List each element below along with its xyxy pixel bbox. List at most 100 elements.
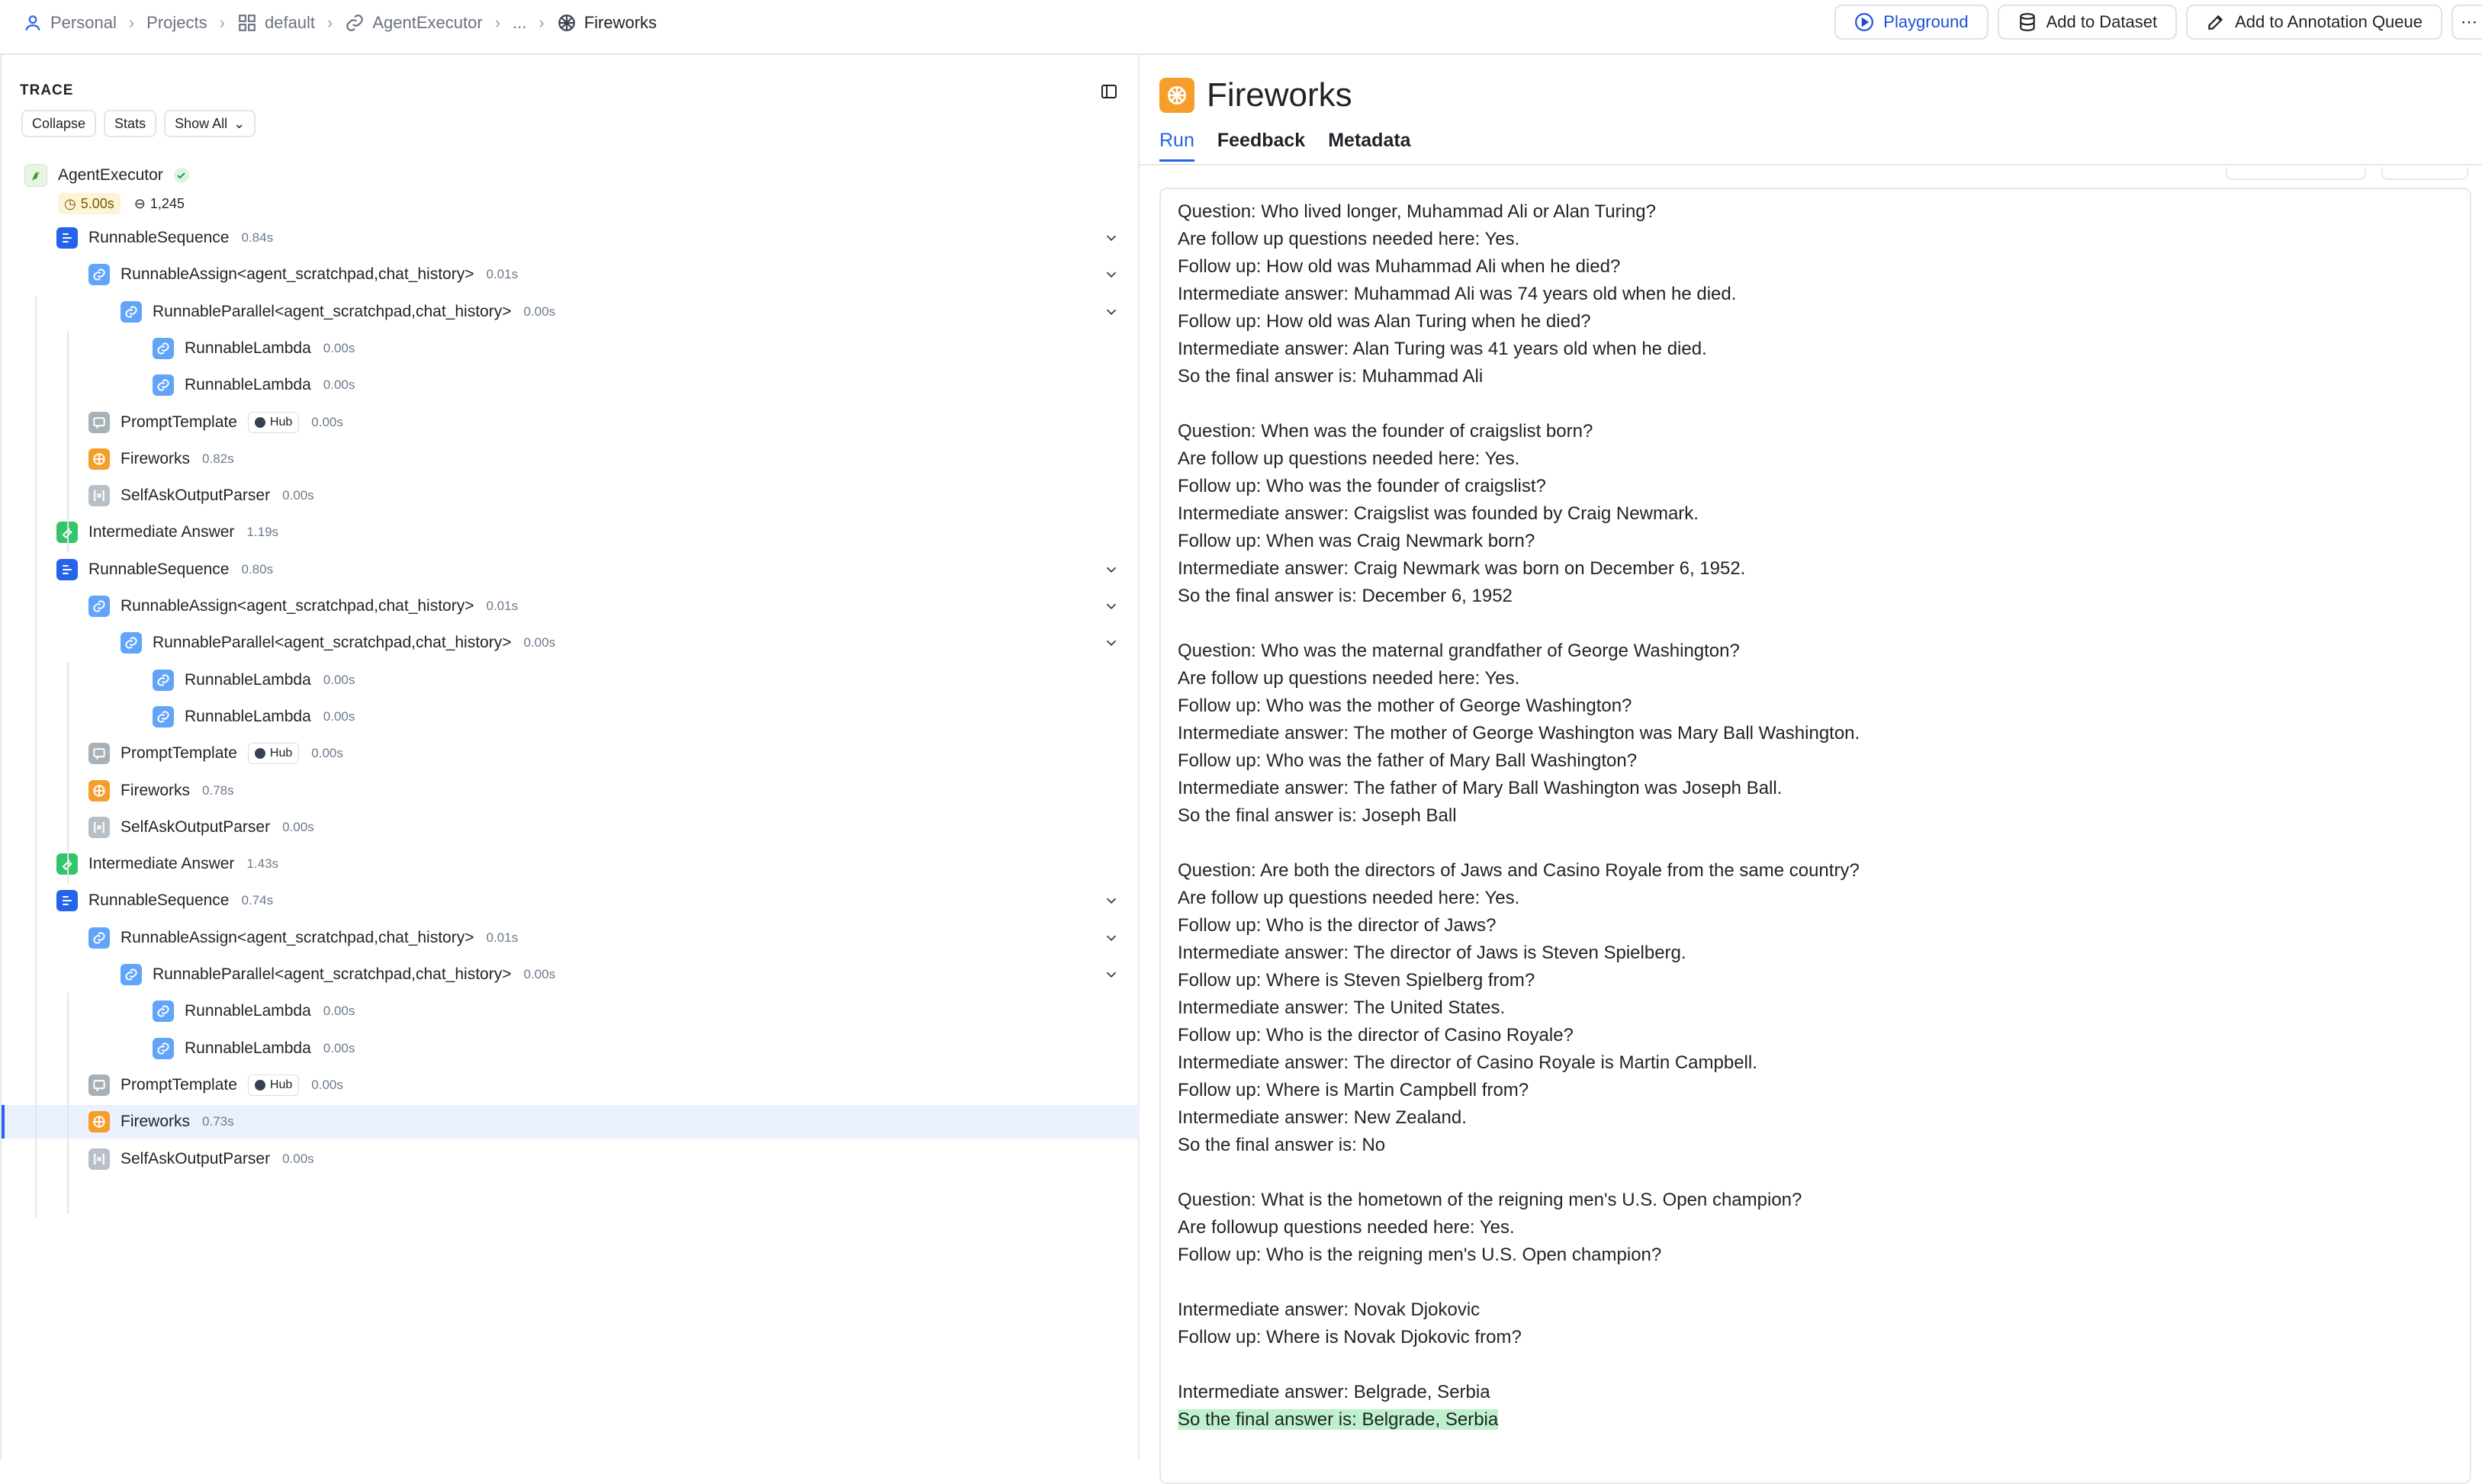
chevron-down-icon[interactable] bbox=[1103, 266, 1120, 283]
chevron-down-icon[interactable] bbox=[1103, 892, 1120, 909]
breadcrumb-fireworks[interactable]: Fireworks bbox=[557, 13, 657, 33]
trace-row-name: PromptTemplate bbox=[121, 1075, 237, 1094]
more-actions-button[interactable]: ⋯ bbox=[2451, 5, 2482, 40]
chevron-down-icon[interactable] bbox=[1103, 304, 1120, 320]
trace-row[interactable]: SelfAskOutputParser 0.00s bbox=[2, 479, 1140, 512]
trace-row[interactable]: RunnableLambda 0.00s bbox=[2, 332, 1140, 365]
output-line: Intermediate answer: Craigslist was foun… bbox=[1178, 503, 1699, 524]
output-line: Question: Who was the maternal grandfath… bbox=[1178, 641, 1740, 661]
trace-row[interactable]: RunnableAssign<agent_scratchpad,chat_his… bbox=[2, 589, 1140, 623]
breadcrumb: Personal › Projects › default › AgentExe… bbox=[23, 0, 657, 46]
breadcrumb-default[interactable]: default bbox=[237, 13, 315, 33]
run-title: Fireworks bbox=[1207, 76, 1352, 114]
chevron-down-icon[interactable] bbox=[1103, 598, 1120, 615]
chevron-right-icon: › bbox=[219, 13, 225, 32]
trace-row-latency: 0.74s bbox=[241, 893, 274, 908]
output-line: Intermediate answer: Belgrade, Serbia bbox=[1178, 1382, 1490, 1402]
output-line: Intermediate answer: Alan Turing was 41 … bbox=[1178, 339, 1707, 359]
chevron-down-icon[interactable] bbox=[1103, 561, 1120, 578]
breadcrumb-personal[interactable]: Personal bbox=[23, 13, 117, 33]
add-to-annotation-queue-button[interactable]: Add to Annotation Queue bbox=[2186, 5, 2442, 40]
run-header: Fireworks bbox=[1159, 76, 1352, 114]
chevron-down-icon[interactable] bbox=[1103, 930, 1120, 946]
trace-row[interactable]: PromptTemplate Hub 0.00s bbox=[2, 1068, 1140, 1102]
breadcrumb-ellipsis[interactable]: ... bbox=[513, 13, 526, 33]
trace-row[interactable]: SelfAskOutputParser 0.00s bbox=[2, 811, 1140, 844]
breadcrumb-agentexecutor[interactable]: AgentExecutor bbox=[345, 13, 483, 33]
chevron-right-icon: › bbox=[494, 13, 501, 32]
breadcrumb-projects[interactable]: Projects bbox=[146, 13, 207, 33]
trace-row[interactable]: RunnableSequence 0.74s bbox=[2, 884, 1140, 917]
trace-root-row[interactable]: AgentExecutor bbox=[2, 160, 1140, 191]
trace-row[interactable]: RunnableParallel<agent_scratchpad,chat_h… bbox=[2, 958, 1140, 991]
show-all-dropdown[interactable]: Show All ⌄ bbox=[164, 110, 256, 137]
fireworks-icon bbox=[558, 14, 575, 31]
output-line: So the final answer is: Joseph Ball bbox=[1178, 805, 1457, 826]
breadcrumb-label: Fireworks bbox=[584, 13, 657, 32]
output-line: Follow up: Where is Novak Djokovic from? bbox=[1178, 1327, 1522, 1347]
breadcrumb-label: Projects bbox=[146, 13, 207, 32]
latency-badge: ◷ 5.00s bbox=[58, 193, 121, 214]
trace-row[interactable]: RunnableLambda 0.00s bbox=[2, 994, 1140, 1028]
trace-row-name: RunnableAssign<agent_scratchpad,chat_his… bbox=[121, 597, 474, 615]
link-icon bbox=[153, 1001, 174, 1023]
playground-button[interactable]: Playground bbox=[1834, 5, 1988, 40]
tab-run[interactable]: Run bbox=[1159, 130, 1194, 162]
output-line: Intermediate answer: The director of Cas… bbox=[1178, 1052, 1757, 1073]
trace-row[interactable]: Fireworks 0.73s bbox=[2, 1105, 1140, 1139]
trace-row[interactable]: RunnableAssign<agent_scratchpad,chat_his… bbox=[2, 921, 1140, 955]
fireworks-icon bbox=[88, 779, 110, 801]
trace-row[interactable]: RunnableLambda 0.00s bbox=[2, 663, 1140, 697]
collapse-panel-icon[interactable] bbox=[1100, 82, 1118, 101]
trace-row[interactable]: Fireworks 0.82s bbox=[2, 442, 1140, 476]
trace-row[interactable]: RunnableSequence 0.80s bbox=[2, 553, 1140, 586]
trace-row[interactable]: Intermediate Answer 1.19s bbox=[2, 516, 1140, 549]
trace-row-latency: 0.78s bbox=[202, 782, 234, 798]
trace-row-name: RunnableLambda bbox=[185, 1002, 311, 1020]
trace-row-latency: 0.84s bbox=[241, 230, 274, 245]
output-line: So the final answer is: No bbox=[1178, 1135, 1386, 1155]
trace-row[interactable]: Intermediate Answer 1.43s bbox=[2, 847, 1140, 881]
fireworks-icon bbox=[88, 1111, 110, 1133]
link-icon bbox=[121, 632, 142, 654]
tab-metadata[interactable]: Metadata bbox=[1328, 130, 1410, 162]
output-line: Intermediate answer: Muhammad Ali was 74… bbox=[1178, 284, 1737, 304]
chevron-down-icon[interactable] bbox=[1103, 966, 1120, 983]
output-line: Intermediate answer: The United States. bbox=[1178, 997, 1506, 1018]
trace-row-name: SelfAskOutputParser bbox=[121, 1149, 271, 1168]
hub-label: Hub bbox=[269, 1078, 293, 1091]
output-line: So the final answer is: December 6, 1952 bbox=[1178, 586, 1513, 606]
stats-button[interactable]: Stats bbox=[104, 110, 157, 137]
hub-icon bbox=[254, 1079, 265, 1091]
link-icon bbox=[88, 264, 110, 286]
collapse-button[interactable]: Collapse bbox=[21, 110, 97, 137]
trace-row[interactable]: RunnableLambda 0.00s bbox=[2, 700, 1140, 734]
trace-row[interactable]: PromptTemplate Hub 0.00s bbox=[2, 737, 1140, 770]
trace-row[interactable]: RunnableAssign<agent_scratchpad,chat_his… bbox=[2, 258, 1140, 291]
chevron-down-icon[interactable] bbox=[1103, 634, 1120, 651]
breadcrumb-label: default bbox=[264, 13, 316, 32]
parser-icon bbox=[88, 816, 110, 838]
sequence-icon bbox=[56, 558, 78, 580]
trace-row-latency: 0.00s bbox=[323, 340, 355, 355]
trace-row[interactable]: Fireworks 0.78s bbox=[2, 774, 1140, 808]
trace-row[interactable]: RunnableLambda 0.00s bbox=[2, 1032, 1140, 1065]
trace-row[interactable]: RunnableSequence 0.84s bbox=[2, 221, 1140, 255]
add-to-dataset-button[interactable]: Add to Dataset bbox=[1997, 5, 2178, 40]
trace-row[interactable]: RunnableParallel<agent_scratchpad,chat_h… bbox=[2, 626, 1140, 660]
trace-panel: TRACE Collapse Stats Show All ⌄ AgentExe… bbox=[0, 55, 1140, 1460]
trace-row-latency: 0.00s bbox=[523, 635, 556, 650]
trace-row-name: Intermediate Answer bbox=[88, 523, 235, 541]
collapse-label: Collapse bbox=[32, 115, 86, 131]
trace-row-name: RunnableSequence bbox=[88, 560, 230, 578]
output-line: Follow up: Who was the father of Mary Ba… bbox=[1178, 750, 1638, 771]
trace-row[interactable]: RunnableParallel<agent_scratchpad,chat_h… bbox=[2, 295, 1140, 329]
trace-row[interactable]: SelfAskOutputParser 0.00s bbox=[2, 1142, 1140, 1176]
tab-feedback[interactable]: Feedback bbox=[1217, 130, 1305, 162]
trace-row[interactable]: RunnableLambda 0.00s bbox=[2, 368, 1140, 402]
trace-row[interactable]: PromptTemplate Hub 0.00s bbox=[2, 406, 1140, 439]
parser-icon bbox=[88, 1148, 110, 1170]
chevron-down-icon[interactable] bbox=[1103, 230, 1120, 246]
